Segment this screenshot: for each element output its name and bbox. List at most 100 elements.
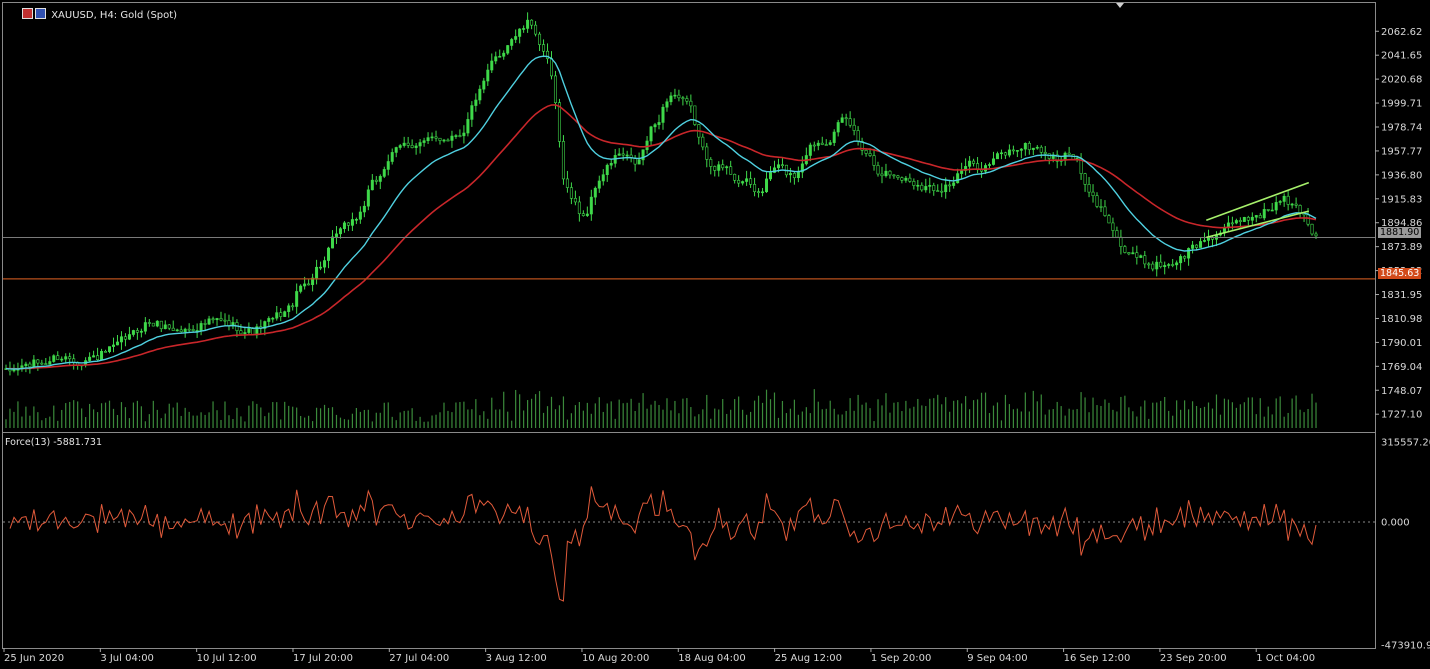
candle-body: [442, 139, 446, 142]
candle-body: [358, 211, 362, 220]
candle-body: [1266, 209, 1270, 211]
candle-body: [175, 329, 179, 332]
chart-canvas[interactable]: 2062.62 2041.65 2020.68 1999.71 1978.74 1957.…: [0, 0, 1430, 665]
price-tick-label: 1873.89: [1381, 242, 1422, 253]
candle-body: [139, 330, 143, 333]
price-tick-label: 2020.68: [1381, 75, 1422, 86]
candle-body: [637, 159, 641, 165]
time-tick-label: 3 Aug 12:00: [486, 653, 547, 664]
candle-body: [1039, 146, 1043, 153]
time-tick-label: 25 Jun 2020: [4, 653, 64, 664]
candle-body: [96, 355, 100, 361]
candle-body: [593, 187, 597, 198]
time-tick-label: 10 Jul 12:00: [197, 653, 257, 664]
candle-body: [1298, 205, 1302, 214]
candle-body: [880, 173, 884, 177]
candle-body: [40, 362, 44, 365]
candle-body: [900, 177, 904, 181]
candle-body: [378, 176, 382, 182]
candle-body: [864, 149, 868, 154]
candle-body: [530, 19, 534, 26]
candle-body: [1175, 262, 1179, 266]
flag-icon: [22, 8, 33, 19]
candle-body: [892, 174, 896, 177]
candle-body: [334, 233, 338, 238]
candle-body: [733, 173, 737, 181]
price-tick-label: 1831.95: [1381, 290, 1422, 301]
candle-body: [362, 205, 366, 213]
candle-body: [617, 153, 621, 156]
time-tick-label: 27 Jul 04:00: [389, 653, 449, 664]
candle-body: [1031, 147, 1035, 150]
candle-body: [450, 135, 454, 141]
candle-body: [1027, 143, 1031, 150]
candle-body: [1091, 191, 1095, 196]
candle-body: [167, 324, 171, 329]
candle-body: [430, 136, 434, 139]
candle-body: [904, 177, 908, 181]
candle-body: [665, 101, 669, 108]
candle-body: [279, 312, 283, 317]
candle-body: [597, 180, 601, 189]
candle-body: [657, 122, 661, 125]
candle-body: [482, 80, 486, 90]
candle-body: [1199, 241, 1203, 248]
candle-body: [761, 191, 765, 194]
candle-body: [601, 174, 605, 182]
candle-body: [390, 152, 394, 162]
candle-body: [171, 327, 175, 331]
candle-body: [812, 144, 816, 147]
candle-body: [896, 175, 900, 179]
candle-body: [1131, 252, 1135, 255]
candle-body: [645, 140, 649, 151]
candle-body: [394, 147, 398, 153]
candle-body: [462, 132, 466, 137]
candle-body: [932, 185, 936, 191]
price-tick-label: 1915.83: [1381, 194, 1422, 205]
support-level-badge: 1845.63: [1378, 268, 1422, 279]
candle-body: [64, 356, 68, 360]
candle-body: [1023, 143, 1027, 150]
candle-body: [104, 350, 108, 353]
candle-body: [836, 122, 840, 133]
candle-body: [474, 99, 478, 106]
candle-body: [414, 145, 418, 148]
candle-body: [948, 184, 952, 187]
candle-body: [518, 28, 522, 37]
time-tick-label: 10 Aug 20:00: [582, 653, 649, 664]
candle-body: [1047, 153, 1051, 159]
candle-body: [1238, 220, 1242, 222]
candle-body: [888, 170, 892, 176]
force-tick-label: -473910.93: [1381, 641, 1430, 652]
candle-body: [60, 358, 64, 361]
candle-body: [438, 137, 442, 141]
time-tick-label: 23 Sep 20:00: [1160, 653, 1227, 664]
chart-root[interactable]: 2062.62 2041.65 2020.68 1999.71 1978.74 1957.…: [0, 0, 1430, 665]
candle-body: [1139, 255, 1143, 258]
candle-body: [410, 145, 414, 148]
candle-body: [211, 318, 215, 321]
candle-body: [522, 28, 526, 30]
candle-body: [382, 169, 386, 177]
candle-body: [514, 36, 518, 40]
candle-body: [32, 359, 36, 368]
candle-body: [725, 166, 729, 169]
candle-body: [768, 172, 772, 180]
candle-body: [681, 97, 685, 100]
candle-body: [828, 142, 832, 145]
current-price-badge: 1881.90: [1378, 227, 1422, 238]
candle-body: [999, 152, 1003, 155]
candle-body: [187, 328, 191, 331]
candle-body: [920, 184, 924, 191]
candle-body: [908, 177, 912, 182]
candle-body: [912, 181, 916, 186]
candle-body: [1314, 233, 1318, 237]
candle-body: [434, 136, 438, 139]
candle-body: [422, 140, 426, 143]
candle-body: [123, 336, 127, 340]
candle-body: [872, 155, 876, 166]
candle-body: [605, 164, 609, 176]
symbol-description: Gold (Spot): [120, 10, 178, 21]
candle-body: [239, 330, 243, 335]
candle-body: [701, 136, 705, 148]
